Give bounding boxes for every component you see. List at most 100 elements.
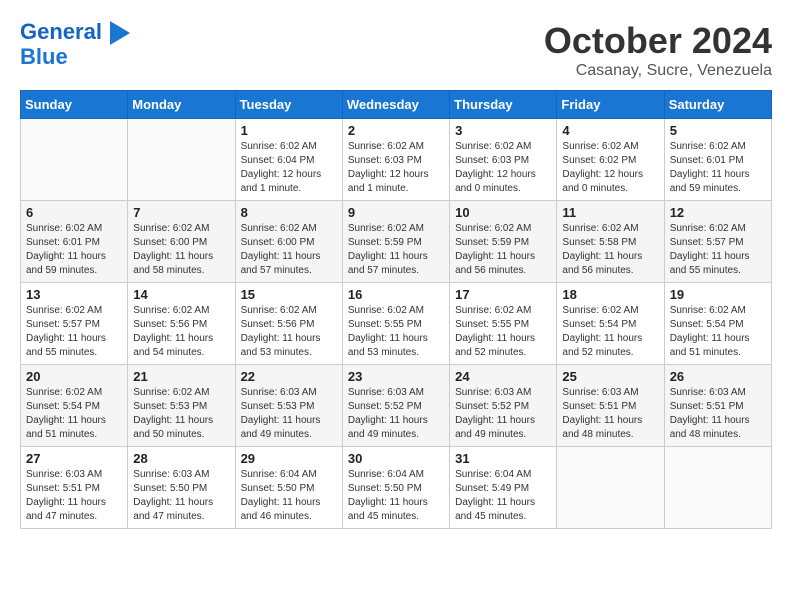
day-number: 14: [133, 287, 229, 302]
day-number: 3: [455, 123, 551, 138]
page-header: General Blue October 2024 Casanay, Sucre…: [20, 20, 772, 80]
calendar-cell: 16 Sunrise: 6:02 AMSunset: 5:55 PMDayligh…: [342, 283, 449, 365]
calendar-cell: 6 Sunrise: 6:02 AMSunset: 6:01 PMDaylight…: [21, 201, 128, 283]
cell-info: Sunrise: 6:02 AMSunset: 6:03 PMDaylight:…: [348, 140, 444, 196]
calendar-cell: 21 Sunrise: 6:02 AMSunset: 5:53 PMDayligh…: [128, 365, 235, 447]
calendar-cell: 30 Sunrise: 6:04 AMSunset: 5:50 PMDayligh…: [342, 447, 449, 529]
calendar-cell: [21, 119, 128, 201]
calendar-week-5: 27Sunrise: 6:03 AMSunset: 5:51 PMDayligh…: [21, 447, 772, 529]
day-number: 24: [455, 369, 551, 384]
cell-info: Sunrise: 6:02 AMSunset: 6:00 PMDaylight:…: [241, 222, 337, 278]
day-number: 13: [26, 287, 122, 302]
cell-info: Sunrise: 6:02 AMSunset: 5:53 PMDaylight:…: [133, 386, 229, 442]
cell-info: Sunrise: 6:02 AMSunset: 5:56 PMDaylight:…: [133, 304, 229, 360]
cell-info: Sunrise: 6:02 AMSunset: 5:58 PMDaylight:…: [562, 222, 658, 278]
calendar-cell: 1 Sunrise: 6:02 AMSunset: 6:04 PMDaylight…: [235, 119, 342, 201]
cell-info: Sunrise: 6:02 AMSunset: 5:59 PMDaylight:…: [455, 222, 551, 278]
cell-info: Sunrise: 6:03 AMSunset: 5:51 PMDaylight:…: [26, 468, 122, 524]
cell-info: Sunrise: 6:02 AMSunset: 5:55 PMDaylight:…: [348, 304, 444, 360]
logo-text: General: [20, 20, 130, 45]
calendar-cell: 5 Sunrise: 6:02 AMSunset: 6:01 PMDaylight…: [664, 119, 771, 201]
day-number: 4: [562, 123, 658, 138]
calendar-week-2: 6 Sunrise: 6:02 AMSunset: 6:01 PMDaylight…: [21, 201, 772, 283]
calendar-cell: 2 Sunrise: 6:02 AMSunset: 6:03 PMDaylight…: [342, 119, 449, 201]
cell-info: Sunrise: 6:03 AMSunset: 5:51 PMDaylight:…: [670, 386, 766, 442]
day-number: 22: [241, 369, 337, 384]
calendar-cell: 28 Sunrise: 6:03 AMSunset: 5:50 PMDayligh…: [128, 447, 235, 529]
calendar-cell: 20 Sunrise: 6:02 AMSunset: 5:54 PMDayligh…: [21, 365, 128, 447]
month-title: October 2024: [544, 20, 772, 62]
location: Casanay, Sucre, Venezuela: [544, 62, 772, 80]
cell-info: Sunrise: 6:02 AMSunset: 5:55 PMDaylight:…: [455, 304, 551, 360]
day-number: 18: [562, 287, 658, 302]
day-number: 26: [670, 369, 766, 384]
day-number: 16: [348, 287, 444, 302]
cell-info: Sunrise: 6:02 AMSunset: 6:04 PMDaylight:…: [241, 140, 337, 196]
cell-info: Sunrise: 6:02 AMSunset: 5:59 PMDaylight:…: [348, 222, 444, 278]
day-number: 17: [455, 287, 551, 302]
calendar-cell: 13 Sunrise: 6:02 AMSunset: 5:57 PMDayligh…: [21, 283, 128, 365]
calendar-week-4: 20 Sunrise: 6:02 AMSunset: 5:54 PMDayligh…: [21, 365, 772, 447]
calendar-cell: 23Sunrise: 6:03 AMSunset: 5:52 PMDayligh…: [342, 365, 449, 447]
day-number: 30: [348, 451, 444, 466]
calendar-cell: 9 Sunrise: 6:02 AMSunset: 5:59 PMDaylight…: [342, 201, 449, 283]
column-header-friday: Friday: [557, 91, 664, 119]
cell-info: Sunrise: 6:02 AMSunset: 5:56 PMDaylight:…: [241, 304, 337, 360]
cell-info: Sunrise: 6:02 AMSunset: 5:57 PMDaylight:…: [670, 222, 766, 278]
calendar-cell: [664, 447, 771, 529]
calendar-cell: 10 Sunrise: 6:02 AMSunset: 5:59 PMDayligh…: [450, 201, 557, 283]
cell-info: Sunrise: 6:03 AMSunset: 5:51 PMDaylight:…: [562, 386, 658, 442]
day-number: 21: [133, 369, 229, 384]
column-header-sunday: Sunday: [21, 91, 128, 119]
calendar-cell: [128, 119, 235, 201]
cell-info: Sunrise: 6:04 AMSunset: 5:50 PMDaylight:…: [241, 468, 337, 524]
cell-info: Sunrise: 6:04 AMSunset: 5:50 PMDaylight:…: [348, 468, 444, 524]
cell-info: Sunrise: 6:04 AMSunset: 5:49 PMDaylight:…: [455, 468, 551, 524]
calendar-cell: 14 Sunrise: 6:02 AMSunset: 5:56 PMDayligh…: [128, 283, 235, 365]
day-number: 15: [241, 287, 337, 302]
cell-info: Sunrise: 6:03 AMSunset: 5:50 PMDaylight:…: [133, 468, 229, 524]
day-number: 6: [26, 205, 122, 220]
day-number: 1: [241, 123, 337, 138]
day-number: 8: [241, 205, 337, 220]
calendar-cell: 4 Sunrise: 6:02 AMSunset: 6:02 PMDaylight…: [557, 119, 664, 201]
calendar-cell: 27Sunrise: 6:03 AMSunset: 5:51 PMDayligh…: [21, 447, 128, 529]
cell-info: Sunrise: 6:02 AMSunset: 5:57 PMDaylight:…: [26, 304, 122, 360]
day-number: 5: [670, 123, 766, 138]
day-number: 9: [348, 205, 444, 220]
calendar-cell: 7 Sunrise: 6:02 AMSunset: 6:00 PMDaylight…: [128, 201, 235, 283]
cell-info: Sunrise: 6:02 AMSunset: 6:01 PMDaylight:…: [26, 222, 122, 278]
calendar-cell: 19Sunrise: 6:02 AMSunset: 5:54 PMDayligh…: [664, 283, 771, 365]
calendar-cell: 29Sunrise: 6:04 AMSunset: 5:50 PMDayligh…: [235, 447, 342, 529]
cell-info: Sunrise: 6:02 AMSunset: 6:01 PMDaylight:…: [670, 140, 766, 196]
calendar-cell: 3Sunrise: 6:02 AMSunset: 6:03 PMDaylight…: [450, 119, 557, 201]
calendar-cell: 26 Sunrise: 6:03 AMSunset: 5:51 PMDayligh…: [664, 365, 771, 447]
day-number: 2: [348, 123, 444, 138]
cell-info: Sunrise: 6:02 AMSunset: 5:54 PMDaylight:…: [26, 386, 122, 442]
day-number: 7: [133, 205, 229, 220]
day-number: 31: [455, 451, 551, 466]
calendar-header-row: SundayMondayTuesdayWednesdayThursdayFrid…: [21, 91, 772, 119]
column-header-thursday: Thursday: [450, 91, 557, 119]
day-number: 23: [348, 369, 444, 384]
day-number: 11: [562, 205, 658, 220]
day-number: 25: [562, 369, 658, 384]
calendar-week-1: 1 Sunrise: 6:02 AMSunset: 6:04 PMDaylight…: [21, 119, 772, 201]
calendar-cell: 12Sunrise: 6:02 AMSunset: 5:57 PMDayligh…: [664, 201, 771, 283]
calendar-week-3: 13 Sunrise: 6:02 AMSunset: 5:57 PMDayligh…: [21, 283, 772, 365]
cell-info: Sunrise: 6:02 AMSunset: 6:00 PMDaylight:…: [133, 222, 229, 278]
logo: General Blue: [20, 20, 130, 69]
day-number: 19: [670, 287, 766, 302]
calendar-cell: 8 Sunrise: 6:02 AMSunset: 6:00 PMDaylight…: [235, 201, 342, 283]
calendar-cell: 17 Sunrise: 6:02 AMSunset: 5:55 PMDayligh…: [450, 283, 557, 365]
column-header-saturday: Saturday: [664, 91, 771, 119]
cell-info: Sunrise: 6:02 AMSunset: 6:02 PMDaylight:…: [562, 140, 658, 196]
calendar-cell: 22 Sunrise: 6:03 AMSunset: 5:53 PMDayligh…: [235, 365, 342, 447]
cell-info: Sunrise: 6:03 AMSunset: 5:53 PMDaylight:…: [241, 386, 337, 442]
calendar-cell: 31 Sunrise: 6:04 AMSunset: 5:49 PMDayligh…: [450, 447, 557, 529]
cell-info: Sunrise: 6:03 AMSunset: 5:52 PMDaylight:…: [455, 386, 551, 442]
day-number: 10: [455, 205, 551, 220]
day-number: 28: [133, 451, 229, 466]
day-number: 20: [26, 369, 122, 384]
calendar-cell: 15 Sunrise: 6:02 AMSunset: 5:56 PMDayligh…: [235, 283, 342, 365]
